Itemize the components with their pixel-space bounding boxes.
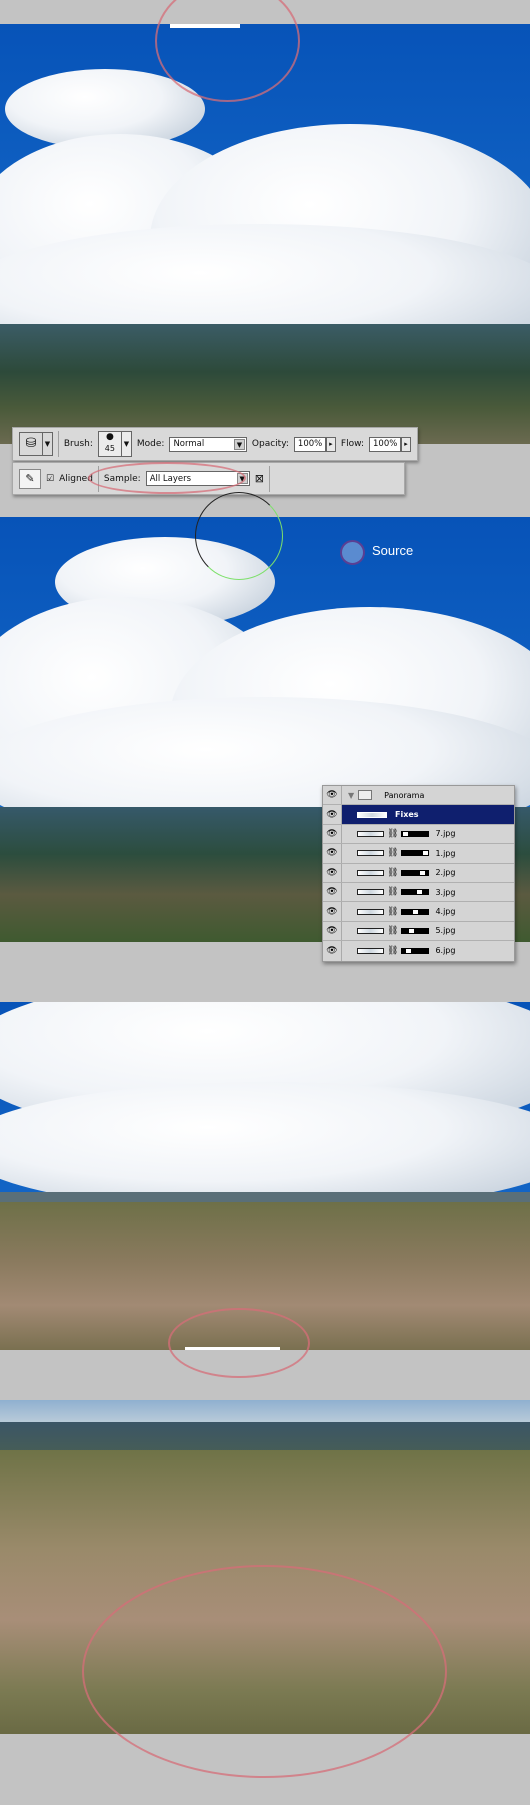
eye-icon[interactable]: 👁 xyxy=(323,882,342,902)
clone-stamp-icon: ⛁ xyxy=(25,436,37,451)
layer-thumbnail xyxy=(357,927,384,934)
chevron-down-icon: ▼ xyxy=(42,433,52,455)
layer-mask-thumbnail xyxy=(401,889,430,896)
eye-icon[interactable]: 👁 xyxy=(323,824,342,844)
layer-name: Panorama xyxy=(384,790,425,800)
layer-group-panorama[interactable]: 👁 ▼ Panorama xyxy=(323,786,514,806)
brush-size: 45 xyxy=(104,444,115,453)
eye-icon[interactable]: 👁 xyxy=(323,844,342,863)
layer-mask-thumbnail xyxy=(401,908,430,915)
layer-name: 3.jpg xyxy=(435,887,456,897)
link-icon: ⛓ xyxy=(387,848,399,859)
highlight-circle xyxy=(88,462,246,494)
source-point-marker xyxy=(340,540,365,565)
layer-mask-thumbnail xyxy=(401,850,430,857)
layer-row[interactable]: 👁 ⛓ 3.jpg xyxy=(323,882,514,903)
layer-name: Fixes xyxy=(395,810,419,820)
layer-mask-thumbnail xyxy=(401,927,430,934)
flow-label: Flow: xyxy=(340,439,364,449)
layer-name: 7.jpg xyxy=(435,829,456,839)
layer-mask-thumbnail xyxy=(401,830,430,837)
flow-input[interactable]: 100% xyxy=(369,436,401,452)
layer-row[interactable]: 👁 ⛓ 4.jpg xyxy=(323,902,514,922)
layer-name: 2.jpg xyxy=(435,868,456,878)
layer-row[interactable]: 👁 ⛓ 2.jpg xyxy=(323,863,514,883)
layers-panel: 👁 ▼ Panorama 👁 Fixes 👁 ⛓ 7.jpg 👁 ⛓ 1.jpg 👁 ⛓ 2… xyxy=(322,785,515,962)
eye-icon[interactable]: 👁 xyxy=(323,805,342,824)
layer-name: 6.jpg xyxy=(435,946,456,956)
eye-icon[interactable]: 👁 xyxy=(323,786,342,805)
opacity-label: Opacity: xyxy=(251,439,289,449)
link-icon: ⛓ xyxy=(387,828,399,839)
brush-picker[interactable]: ● 45 ▼ xyxy=(97,431,132,457)
layer-row[interactable]: 👁 ⛓ 6.jpg xyxy=(323,941,514,961)
eye-icon[interactable]: 👁 xyxy=(323,902,342,921)
layer-thumbnail xyxy=(357,947,384,954)
layer-thumbnail xyxy=(357,830,384,837)
clone-stamp-tool-preset[interactable]: ⛁ ▼ xyxy=(19,432,53,456)
eye-icon[interactable]: 👁 xyxy=(323,863,342,882)
airbrush-toggle[interactable]: ✎ xyxy=(19,468,41,489)
layer-row[interactable]: 👁 ⛓ 1.jpg xyxy=(323,844,514,864)
opacity-input[interactable]: 100% xyxy=(293,436,326,452)
eye-icon[interactable]: 👁 xyxy=(323,941,342,961)
highlight-circle xyxy=(82,1565,447,1778)
opacity-slider-button[interactable]: ▸ xyxy=(325,436,336,452)
dropdown-arrow-icon: ▼ xyxy=(233,438,245,450)
tool-options-bar: ⛁ ▼ Brush: ● 45 ▼ Mode: Normal ▼ Opacity: … xyxy=(12,427,418,461)
mode-value: Normal xyxy=(173,439,205,449)
flow-slider-button[interactable]: ▸ xyxy=(401,436,411,452)
layer-thumbnail xyxy=(357,889,384,896)
chevron-down-icon: ▼ xyxy=(120,432,131,456)
layer-name: 5.jpg xyxy=(435,926,456,936)
source-label: Source xyxy=(372,543,414,558)
brush-cursor-circle xyxy=(195,492,283,580)
mode-select[interactable]: Normal ▼ xyxy=(169,436,247,452)
brush-label: Brush: xyxy=(63,439,93,449)
eye-icon[interactable]: 👁 xyxy=(323,921,342,941)
layer-thumbnail xyxy=(357,869,384,876)
link-icon: ⛓ xyxy=(387,887,399,898)
layer-thumbnail xyxy=(357,850,384,857)
layer-row[interactable]: 👁 ⛓ 7.jpg xyxy=(323,824,514,845)
layer-name: 1.jpg xyxy=(435,848,456,858)
layer-row-fixes[interactable]: 👁 Fixes xyxy=(323,805,514,825)
layer-thumbnail xyxy=(357,811,387,818)
photo-hills-clouds xyxy=(0,1002,530,1350)
link-icon: ⛓ xyxy=(387,925,399,936)
layer-mask-thumbnail xyxy=(401,947,430,954)
folder-icon xyxy=(358,790,373,801)
link-icon: ⛓ xyxy=(387,945,399,956)
ignore-adjustment-layers-icon[interactable]: ⊠ xyxy=(255,472,264,485)
layer-thumbnail xyxy=(357,908,384,915)
link-icon: ⛓ xyxy=(387,906,399,917)
mode-label: Mode: xyxy=(136,439,165,449)
link-icon: ⛓ xyxy=(387,867,399,878)
brush-tip-icon: ● xyxy=(105,432,114,442)
layer-mask-thumbnail xyxy=(401,869,430,876)
layer-row[interactable]: 👁 ⛓ 5.jpg xyxy=(323,921,514,942)
highlight-circle xyxy=(168,1308,310,1378)
disclosure-triangle-icon[interactable]: ▼ xyxy=(348,791,354,800)
layer-name: 4.jpg xyxy=(435,907,456,917)
aligned-checkbox[interactable]: ☑ xyxy=(46,474,54,484)
